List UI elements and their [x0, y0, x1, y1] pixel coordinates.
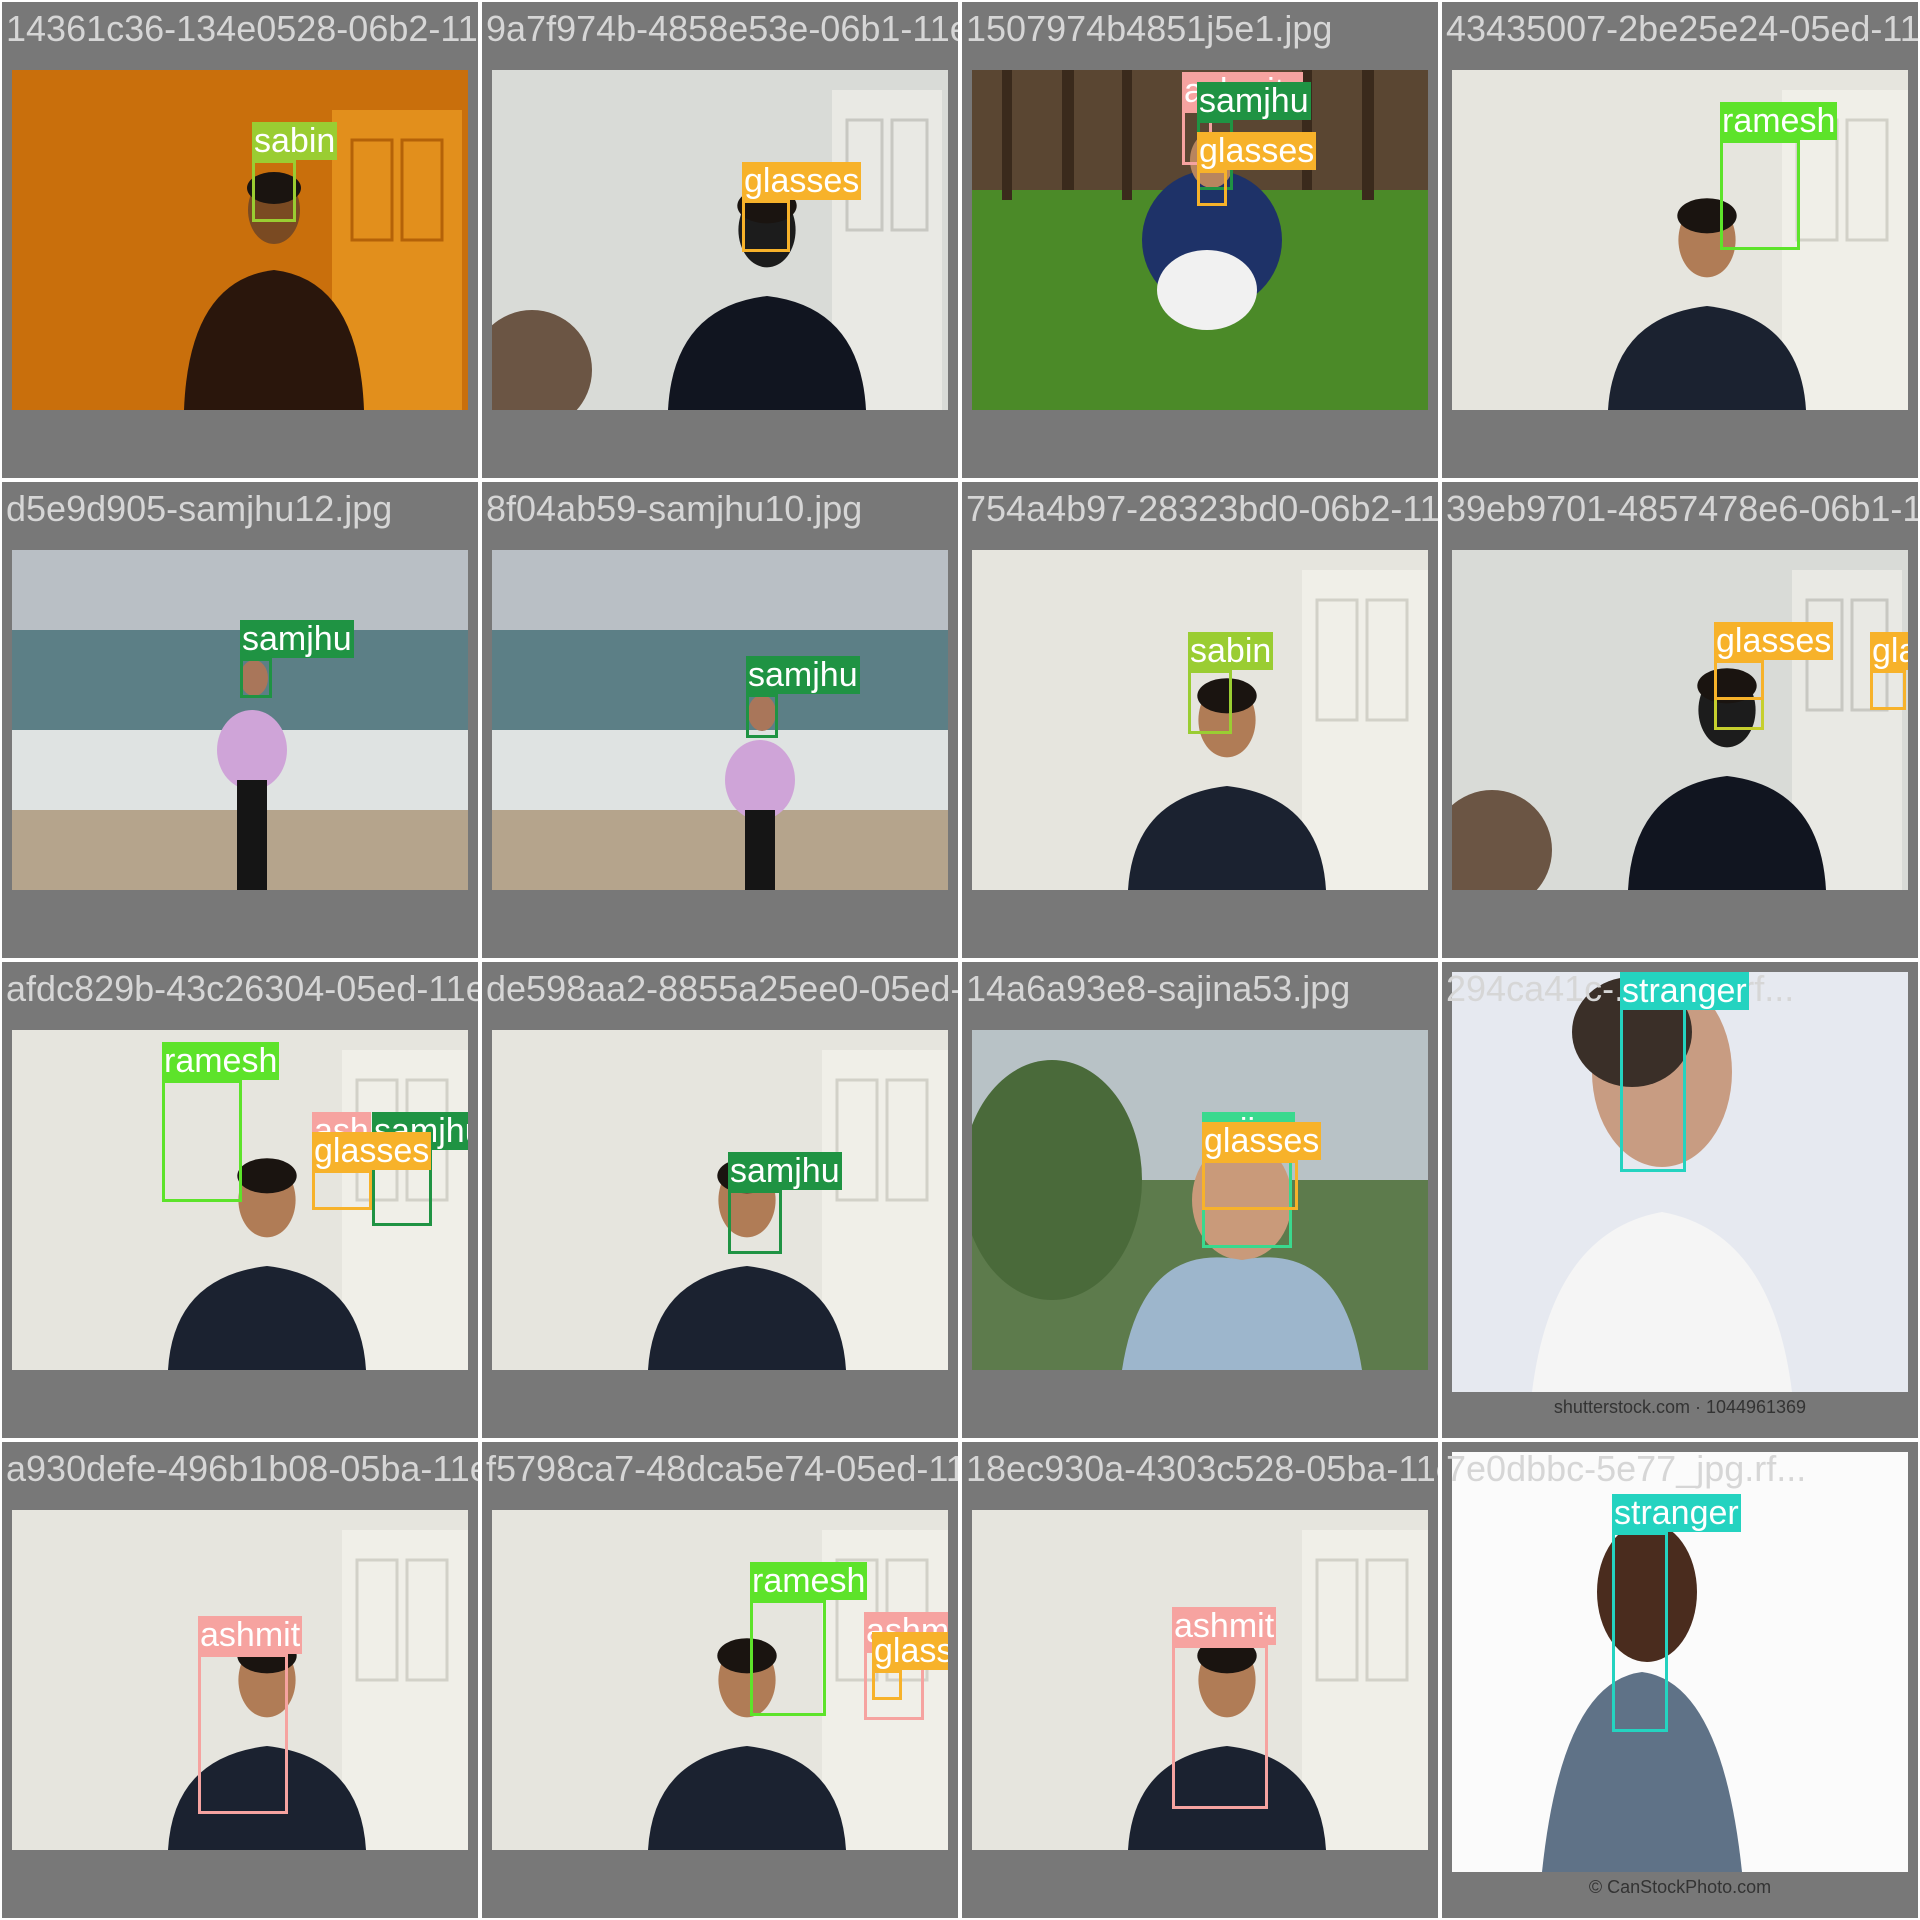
photo-content — [12, 550, 468, 890]
image-filename: 9a7f974b-4858e53e-06b1-11ed-... — [486, 8, 958, 49]
photo: rameshashmitglasses — [492, 1510, 948, 1850]
image-tile: 39eb9701-4857478e6-06b1-11ed-... pradipg… — [1442, 482, 1918, 958]
image-filename: 1507974b4851j5e1.jpg — [966, 8, 1333, 49]
photo-content — [972, 1030, 1428, 1370]
detection-label-ramesh: ramesh — [750, 1562, 868, 1600]
photo: shutterstock.com · 1044961369 stranger — [1452, 972, 1908, 1428]
photo: samjhu — [492, 1030, 948, 1370]
image-tile: 9a7f974b-4858e53e-06b1-11ed-... pradipgl… — [482, 2, 958, 478]
detection-box-ramesh — [162, 1080, 242, 1202]
photo-content — [12, 70, 468, 410]
image-filename: d5e9d905-samjhu12.jpg — [6, 488, 393, 529]
detection-label-samjhu: samjhu — [1197, 82, 1311, 120]
detection-box-glasses — [742, 200, 790, 252]
photo-content — [492, 1030, 948, 1370]
photo-content — [492, 550, 948, 890]
detection-box-samjhu — [240, 658, 272, 698]
detection-box-sabin — [252, 160, 296, 222]
detection-box-samjhu — [728, 1190, 782, 1254]
image-tile: 14361c36-134e0528-06b2-11ed-... sabin — [2, 2, 478, 478]
detection-box-glasses — [1202, 1160, 1298, 1210]
detection-label-ramesh: ramesh — [1720, 102, 1838, 140]
detection-label-stranger: stranger — [1612, 1494, 1741, 1532]
image-tile: 294ca41c-...5_jpg.rf... shutterstock.com… — [1442, 962, 1918, 1438]
photo: ramesh — [1452, 70, 1908, 410]
detection-box-stranger — [1612, 1532, 1668, 1732]
photo: ashmit — [12, 1510, 468, 1850]
detection-label-glasses: glasses — [872, 1632, 948, 1670]
image-tile: afdc829b-43c26304-05ed-11ed-... rameshas… — [2, 962, 478, 1438]
detection-label-ashmit: ashmit — [198, 1616, 303, 1654]
image-tile: 1507974b4851j5e1.jpg ashmitssamjhuglasse… — [962, 2, 1438, 478]
detection-label-samjhu: samjhu — [746, 656, 860, 694]
photo-content — [492, 70, 948, 410]
detection-box-glasses — [872, 1670, 902, 1700]
image-tile: 18ec930a-4303c528-05ba-11ed-... ashmit — [962, 1442, 1438, 1918]
image-filename: a930defe-496b1b08-05ba-11ed-... — [6, 1448, 478, 1489]
detection-box-glasses — [312, 1170, 372, 1210]
detection-box-ramesh — [1720, 140, 1800, 250]
detection-label-glasses: glasses — [742, 162, 862, 200]
image-filename: afdc829b-43c26304-05ed-11ed-... — [6, 968, 478, 1009]
detection-box-glasses — [1714, 660, 1764, 700]
image-tile: 7e0dbbc-5e77_jpg.rf... © CanStockPhoto.c… — [1442, 1442, 1918, 1918]
photo: ashmit — [972, 1510, 1428, 1850]
photo-content — [1452, 70, 1908, 410]
photo: samjhu — [12, 550, 468, 890]
image-tile: 8f04ab59-samjhu10.jpg samjhu — [482, 482, 958, 958]
detection-box-ramesh — [750, 1600, 826, 1716]
photo-content — [1452, 550, 1908, 890]
image-filename: f5798ca7-48dca5e74-05ed-11ed-... — [486, 1448, 958, 1489]
detection-label-glasses: glasses — [1202, 1122, 1322, 1160]
detection-label-ramesh: ramesh — [162, 1042, 280, 1080]
image-tile: de598aa2-8855a25ee0-05ed-... samjhu — [482, 962, 958, 1438]
image-tile: a930defe-496b1b08-05ba-11ed-... ashmit — [2, 1442, 478, 1918]
photo: sabin — [12, 70, 468, 410]
image-filename: 14a6a93e8-sajina53.jpg — [966, 968, 1351, 1009]
detection-label-sabin: sabin — [1188, 632, 1274, 670]
photo: ashmitssamjhuglasses — [972, 70, 1428, 410]
detection-label-glasses: gla — [1870, 632, 1908, 670]
photo: pradipglassesgla — [1452, 550, 1908, 890]
detection-box-glasses — [1197, 170, 1227, 206]
stock-watermark: © CanStockPhoto.com — [1588, 1877, 1772, 1897]
detection-box-glasses — [1870, 670, 1906, 710]
image-tile: 14a6a93e8-sajina53.jpg sajinaglasses — [962, 962, 1438, 1438]
detection-label-ashmit: ashmit — [1172, 1607, 1277, 1645]
photo: samjhu — [492, 550, 948, 890]
photo: sajinaglasses — [972, 1030, 1428, 1370]
detection-label-glasses: glasses — [312, 1132, 432, 1170]
image-filename: 18ec930a-4303c528-05ba-11ed-... — [966, 1448, 1438, 1489]
photo: rameshashsamjhuglasses — [12, 1030, 468, 1370]
image-filename: 43435007-2be25e24-05ed-11ed-... — [1446, 8, 1918, 49]
detection-label-stranger: stranger — [1620, 972, 1749, 1010]
detection-box-sabin — [1188, 670, 1232, 734]
stock-watermark: shutterstock.com · 1044961369 — [1553, 1397, 1807, 1417]
detection-label-samjhu: samjhu — [240, 620, 354, 658]
photo: pradipglasses — [492, 70, 948, 410]
detection-label-samjhu: samjhu — [728, 1152, 842, 1190]
detection-box-ashmit — [198, 1654, 288, 1814]
detection-label-glasses: glasses — [1714, 622, 1834, 660]
photo: sabin — [972, 550, 1428, 890]
image-tile: 754a4b97-28323bd0-06b2-11ed-... sabin — [962, 482, 1438, 958]
detection-box-samjhu — [746, 694, 778, 738]
photo: © CanStockPhoto.com stranger — [1452, 1452, 1908, 1908]
image-filename: 7e0dbbc-5e77_jpg.rf... — [1446, 1448, 1807, 1489]
image-filename: 754a4b97-28323bd0-06b2-11ed-... — [966, 488, 1438, 529]
image-filename: 14361c36-134e0528-06b2-11ed-... — [6, 8, 478, 49]
image-filename: 39eb9701-4857478e6-06b1-11ed-... — [1446, 488, 1918, 529]
image-filename: 8f04ab59-samjhu10.jpg — [486, 488, 863, 529]
image-filename: de598aa2-8855a25ee0-05ed-... — [486, 968, 958, 1009]
detection-label-glasses: glasses — [1197, 132, 1317, 170]
image-tile: d5e9d905-samjhu12.jpg samjhu — [2, 482, 478, 958]
image-tile: f5798ca7-48dca5e74-05ed-11ed-... ramesha… — [482, 1442, 958, 1918]
detection-label-sabin: sabin — [252, 122, 338, 160]
image-tile: 43435007-2be25e24-05ed-11ed-... ramesh — [1442, 2, 1918, 478]
detection-grid: 14361c36-134e0528-06b2-11ed-... sabin9a7… — [0, 0, 1920, 1920]
detection-box-ashmit — [1172, 1645, 1268, 1809]
